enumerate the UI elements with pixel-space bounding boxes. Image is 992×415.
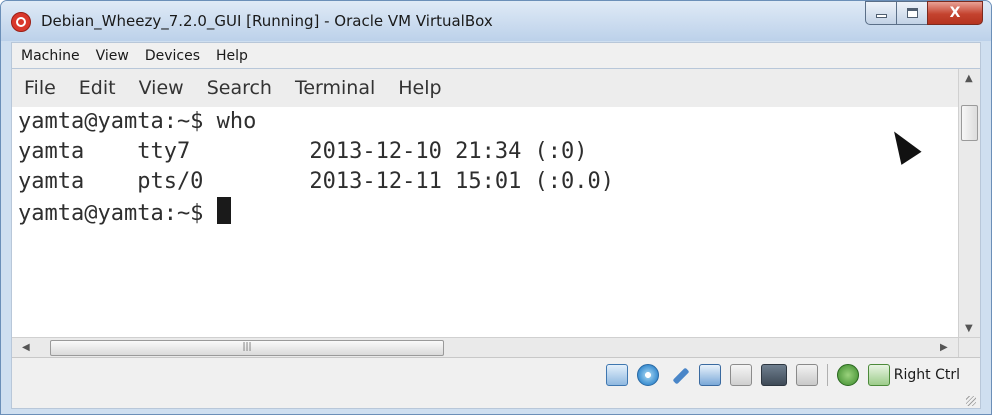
folder-icon[interactable] [729,364,752,386]
video-capture-icon[interactable] [760,364,787,386]
terminal-line: yamta@yamta:~$ who [18,109,257,134]
shared-folders-icon[interactable] [698,364,721,386]
virtualbox-window: Debian_Wheezy_7.2.0_GUI [Running] - Orac… [0,0,992,415]
guest-display[interactable]: File Edit View Search Terminal Help yamt… [11,69,981,409]
status-bar: Right Ctrl [12,357,980,408]
network-icon[interactable] [605,364,628,386]
maximize-icon[interactable] [896,1,928,25]
scroll-left-icon[interactable]: ◀ [22,342,30,353]
prompt-text: yamta@yamta:~$ [18,201,217,226]
vertical-scrollbar[interactable]: ▲ ▼ [958,69,980,337]
scroll-down-icon[interactable]: ▼ [965,323,973,334]
terminal-menu-terminal[interactable]: Terminal [295,77,375,99]
terminal-menu-help[interactable]: Help [398,77,441,99]
terminal-menu-file[interactable]: File [24,77,56,99]
app-icon[interactable] [11,12,31,32]
terminal-line: yamta pts/0 2013-12-11 15:01 (:0.0) [18,169,615,194]
vbox-menubar: Machine View Devices Help [11,42,981,69]
host-key-label: Right Ctrl [893,367,960,383]
menu-devices[interactable]: Devices [145,48,200,64]
menu-machine[interactable]: Machine [21,48,80,64]
terminal-output[interactable]: yamta@yamta:~$ who yamta tty7 2013-12-10… [12,107,958,337]
keyboard-capture-icon[interactable] [867,364,890,386]
text-cursor [216,197,231,224]
scroll-corner [958,337,980,358]
vertical-scroll-thumb[interactable] [961,105,978,141]
terminal-menubar: File Edit View Search Terminal Help [12,69,958,107]
title-bar[interactable]: Debian_Wheezy_7.2.0_GUI [Running] - Orac… [1,1,991,41]
hard-disk-icon[interactable] [795,364,818,386]
terminal-menu-view[interactable]: View [139,77,184,99]
minimize-icon[interactable] [865,1,897,25]
scroll-right-icon[interactable]: ▶ [940,342,948,353]
menu-help[interactable]: Help [216,48,248,64]
window-title: Debian_Wheezy_7.2.0_GUI [Running] - Orac… [41,12,493,30]
horizontal-scroll-thumb[interactable]: ||| [50,340,444,356]
menu-view[interactable]: View [96,48,129,64]
terminal-menu-edit[interactable]: Edit [79,77,116,99]
mouse-integration-icon[interactable] [836,364,859,386]
status-separator [826,364,828,386]
terminal-menu-search[interactable]: Search [207,77,272,99]
window-controls: X [865,1,983,25]
prompt-line: yamta@yamta:~$ [18,197,958,227]
horizontal-scrollbar[interactable]: ◀ ||| ▶ [12,337,958,358]
resize-grip[interactable] [966,396,976,406]
status-indicators: Right Ctrl [597,364,960,386]
terminal-line: yamta tty7 2013-12-10 21:34 (:0) [18,139,588,164]
usb-icon[interactable] [668,364,690,386]
scroll-up-icon[interactable]: ▲ [965,73,973,84]
close-icon[interactable]: X [927,1,983,25]
optical-drive-icon[interactable] [636,364,659,386]
